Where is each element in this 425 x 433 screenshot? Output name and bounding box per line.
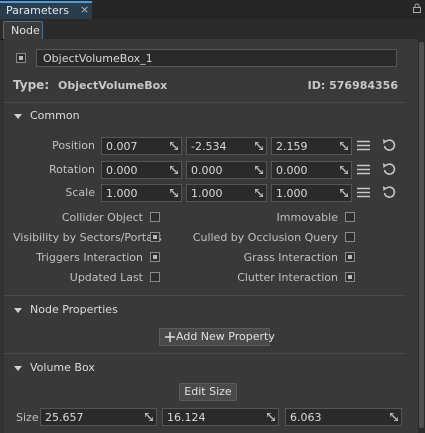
common-value-field[interactable]: 0.000 <box>101 161 182 179</box>
common-value-field[interactable]: 1.000 <box>186 184 267 202</box>
triangle-down-icon <box>14 114 22 119</box>
flag-checkbox[interactable] <box>150 232 160 242</box>
common-value-field[interactable]: 1.000 <box>271 184 352 202</box>
drag-arrow-icon <box>340 142 348 150</box>
size-value-field[interactable]: 25.657 <box>40 408 157 426</box>
hamburger-menu-icon[interactable] <box>357 187 370 198</box>
reset-icon[interactable] <box>382 162 396 176</box>
common-header-label: Common <box>30 109 80 122</box>
size-value: 16.124 <box>167 411 206 424</box>
common-row-label: Position <box>52 139 95 152</box>
flag-label: Clutter Interaction <box>237 271 338 284</box>
edit-size-button[interactable]: Edit Size <box>179 383 237 401</box>
tab-parameters[interactable]: Parameters × <box>0 1 92 19</box>
type-label: Type: <box>13 78 50 92</box>
drag-arrow-icon <box>340 189 348 197</box>
flag-checkbox[interactable] <box>150 272 160 282</box>
node-properties-header-label: Node Properties <box>30 303 118 316</box>
node-enabled-checkbox[interactable] <box>16 53 26 63</box>
drag-arrow-icon <box>255 166 263 174</box>
triangle-down-icon <box>14 308 22 313</box>
node-name-field[interactable]: ObjectVolumeBox_1 <box>36 49 397 67</box>
drag-arrow-icon <box>170 142 178 150</box>
common-value: 1.000 <box>191 187 223 200</box>
volume-box-header-label: Volume Box <box>30 361 95 374</box>
flag-label: Grass Interaction <box>243 251 338 264</box>
divider <box>4 295 406 296</box>
common-value: 1.000 <box>276 187 308 200</box>
flag-checkbox[interactable] <box>150 212 160 222</box>
tab-node-label: Node <box>11 24 40 37</box>
add-new-property-label: Add New Property <box>176 330 275 343</box>
flag-label: Immovable <box>276 211 338 224</box>
subtab-bar <box>0 19 425 40</box>
flag-label: Visibility by Sectors/Portals <box>13 231 162 244</box>
add-new-property-button[interactable]: Add New Property <box>159 328 275 346</box>
drag-arrow-icon <box>170 189 178 197</box>
hamburger-menu-icon[interactable] <box>357 140 370 151</box>
tab-close-button[interactable]: × <box>80 3 89 16</box>
type-value: ObjectVolumeBox <box>58 79 168 92</box>
divider <box>4 353 406 354</box>
drag-arrow-icon <box>255 189 263 197</box>
common-value-field[interactable]: 0.007 <box>101 137 182 155</box>
flag-label: Triggers Interaction <box>36 251 143 264</box>
size-value-field[interactable]: 16.124 <box>162 408 279 426</box>
flag-label: Updated Last <box>69 271 143 284</box>
drag-arrow-icon <box>255 142 263 150</box>
lock-icon[interactable] <box>413 3 421 13</box>
flag-checkbox[interactable] <box>345 272 355 282</box>
common-value: 0.007 <box>106 140 138 153</box>
drag-arrow-icon <box>390 413 398 421</box>
flag-checkbox[interactable] <box>345 252 355 262</box>
flag-checkbox[interactable] <box>345 232 355 242</box>
drag-arrow-icon <box>170 166 178 174</box>
size-value: 6.063 <box>290 411 322 424</box>
size-value-field[interactable]: 6.063 <box>285 408 402 426</box>
drag-arrow-icon <box>145 413 153 421</box>
common-row-label: Rotation <box>48 163 95 176</box>
drag-arrow-icon <box>340 166 348 174</box>
common-value: 0.000 <box>106 164 138 177</box>
plus-icon <box>165 332 175 342</box>
common-value-field[interactable]: 1.000 <box>101 184 182 202</box>
reset-icon[interactable] <box>382 185 396 199</box>
size-label: Size <box>16 411 39 424</box>
flag-checkbox[interactable] <box>345 212 355 222</box>
common-value: 0.000 <box>276 164 308 177</box>
drag-arrow-icon <box>267 413 275 421</box>
common-value: 1.000 <box>106 187 138 200</box>
divider <box>4 102 406 103</box>
common-value: -2.534 <box>191 140 227 153</box>
common-value-field[interactable]: -2.534 <box>186 137 267 155</box>
common-value-field[interactable]: 0.000 <box>271 161 352 179</box>
reset-icon[interactable] <box>382 138 396 152</box>
tab-parameters-label: Parameters <box>6 4 69 17</box>
common-value-field[interactable]: 0.000 <box>186 161 267 179</box>
triangle-down-icon <box>14 366 22 371</box>
size-value: 25.657 <box>45 411 84 424</box>
hamburger-menu-icon[interactable] <box>357 164 370 175</box>
node-id: ID: 576984356 <box>307 79 398 92</box>
common-value: 0.000 <box>191 164 223 177</box>
common-row-label: Scale <box>65 186 95 199</box>
flag-label: Collider Object <box>61 211 143 224</box>
flag-label: Culled by Occlusion Query <box>192 231 338 244</box>
common-value: 2.159 <box>276 140 308 153</box>
scrollbar-thumb[interactable] <box>419 42 424 428</box>
common-value-field[interactable]: 2.159 <box>271 137 352 155</box>
flag-checkbox[interactable] <box>150 252 160 262</box>
tab-node[interactable]: Node <box>3 21 43 39</box>
